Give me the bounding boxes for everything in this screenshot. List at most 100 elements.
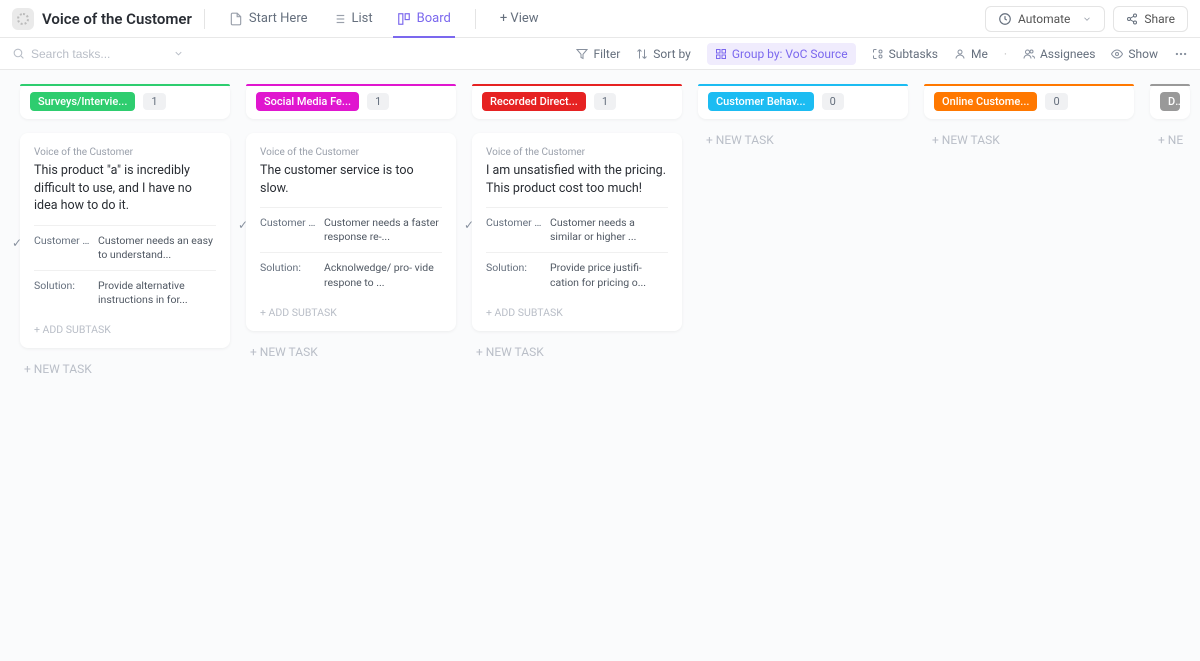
board-icon [397, 12, 411, 26]
card-project: Voice of the Customer [260, 147, 442, 158]
separator: · [1004, 47, 1007, 61]
tab-label: List [352, 11, 373, 26]
groupby-button[interactable]: Group by: VoC Source [707, 43, 856, 65]
column-badge: Dir [1160, 92, 1180, 111]
column-count: 1 [594, 93, 616, 110]
subtask-row[interactable]: ✓ Customer ... Customer needs a similar … [486, 207, 668, 252]
subtasks-label: Subtasks [889, 47, 938, 61]
column-header[interactable]: Dir [1150, 84, 1190, 119]
show-label: Show [1128, 47, 1158, 61]
tab-label: Start Here [249, 11, 308, 26]
automate-icon [998, 12, 1012, 26]
filter-button[interactable]: Filter [576, 47, 620, 61]
more-icon [1174, 47, 1188, 61]
card-project: Voice of the Customer [34, 147, 216, 158]
assignees-button[interactable]: Assignees [1023, 47, 1095, 61]
tab-list[interactable]: List [320, 0, 385, 38]
subtask-row[interactable]: ✓ Customer ... Customer needs a faster r… [260, 207, 442, 252]
share-label: Share [1144, 12, 1175, 26]
subtask-value: Customer needs a similar or higher ... [550, 216, 668, 244]
column-header[interactable]: Online Custome... 0 [924, 84, 1134, 119]
tab-add-view[interactable]: + View [488, 0, 551, 38]
automate-button[interactable]: Automate [985, 6, 1105, 32]
groupby-label: Group by: VoC Source [732, 47, 848, 61]
tab-label: Board [417, 11, 451, 26]
divider [475, 9, 476, 29]
subtask-value: Customer needs a faster response re-... [324, 216, 442, 244]
subtask-row[interactable]: Solution: Provide alternative instructio… [34, 270, 216, 315]
tab-board[interactable]: Board [385, 0, 463, 38]
column-badge: Recorded Direct... [482, 92, 586, 111]
tab-start-here[interactable]: Start Here [217, 0, 320, 38]
new-task-button[interactable]: + NEW TASK [472, 331, 682, 359]
column-header[interactable]: Customer Behav...0 [698, 84, 908, 119]
tab-label: + View [500, 11, 539, 26]
subtask-label: Customer ... [486, 216, 542, 244]
column-count: 1 [367, 93, 389, 110]
person-icon [954, 48, 966, 60]
people-icon [1023, 48, 1035, 60]
subtask-label: Customer ... [34, 234, 90, 262]
chevron-down-icon[interactable] [173, 48, 184, 59]
workspace-logo[interactable] [12, 8, 34, 30]
add-subtask-button[interactable]: + ADD SUBTASK [486, 298, 668, 323]
new-task-button[interactable]: + NEW TASK [698, 119, 908, 147]
subtask-value: Provide alternative instructions in for.… [98, 279, 216, 307]
column-count: 1 [143, 93, 165, 110]
list-icon [332, 12, 346, 26]
me-label: Me [971, 47, 988, 61]
subtask-row[interactable]: ✓ Customer ... Customer needs an easy to… [34, 225, 216, 270]
column-header[interactable]: Surveys/Intervie... 1 [20, 84, 230, 119]
filter-label: Filter [593, 47, 620, 61]
sortby-label: Sort by [653, 47, 691, 61]
sortby-button[interactable]: Sort by [636, 47, 691, 61]
task-card[interactable]: Voice of the Customer I am unsatisfied w… [472, 133, 682, 331]
subtask-label: Solution: [486, 261, 542, 289]
column-count: 0 [1045, 93, 1067, 110]
check-icon: ✓ [464, 218, 474, 232]
subtask-row[interactable]: Solution: Provide price justifi- cation … [486, 252, 668, 297]
column-badge: Customer Behav... [708, 92, 814, 111]
subtask-label: Solution: [260, 261, 316, 289]
subtasks-icon [872, 48, 884, 60]
divider [204, 9, 205, 29]
task-card[interactable]: Voice of the Customer This product "a" i… [20, 133, 230, 348]
sort-icon [636, 48, 648, 60]
subtask-value: Provide price justifi- cation for pricin… [550, 261, 668, 289]
column-header[interactable]: Social Media Fe... 1 [246, 84, 456, 119]
card-title: I am unsatisfied with the pricing. This … [486, 162, 668, 197]
assignees-label: Assignees [1040, 47, 1095, 61]
eye-icon [1111, 48, 1123, 60]
add-subtask-button[interactable]: + ADD SUBTASK [260, 298, 442, 323]
check-icon: ✓ [12, 236, 22, 250]
subtask-value: Acknolwedge/ pro- vide respone to ... [324, 261, 442, 289]
more-button[interactable] [1174, 47, 1188, 61]
subtasks-button[interactable]: Subtasks [872, 47, 938, 61]
group-icon [715, 48, 727, 60]
new-task-button[interactable]: + NEW TASK [20, 348, 230, 376]
column-badge: Surveys/Intervie... [30, 92, 135, 111]
share-button[interactable]: Share [1113, 6, 1188, 32]
card-title: This product "a" is incredibly difficult… [34, 162, 216, 215]
doc-icon [229, 12, 243, 26]
search-input[interactable] [31, 47, 161, 61]
me-button[interactable]: Me [954, 47, 988, 61]
add-subtask-button[interactable]: + ADD SUBTASK [34, 315, 216, 340]
column-header[interactable]: Recorded Direct... 1 [472, 84, 682, 119]
task-card[interactable]: Voice of the Customer The customer servi… [246, 133, 456, 331]
card-title: The customer service is too slow. [260, 162, 442, 197]
share-icon [1126, 13, 1138, 25]
subtask-row[interactable]: Solution: Acknolwedge/ pro- vide respone… [260, 252, 442, 297]
new-task-button[interactable]: + NEW TASK [246, 331, 456, 359]
subtask-label: Solution: [34, 279, 90, 307]
column-badge: Online Custome... [934, 92, 1037, 111]
search-icon [12, 47, 25, 60]
column-badge: Social Media Fe... [256, 92, 359, 111]
new-task-button[interactable]: + NE [1150, 119, 1190, 147]
automate-label: Automate [1018, 12, 1070, 26]
chevron-down-icon [1082, 14, 1092, 24]
card-project: Voice of the Customer [486, 147, 668, 158]
new-task-button[interactable]: + NEW TASK [924, 119, 1134, 147]
check-icon: ✓ [238, 218, 248, 232]
show-button[interactable]: Show [1111, 47, 1158, 61]
